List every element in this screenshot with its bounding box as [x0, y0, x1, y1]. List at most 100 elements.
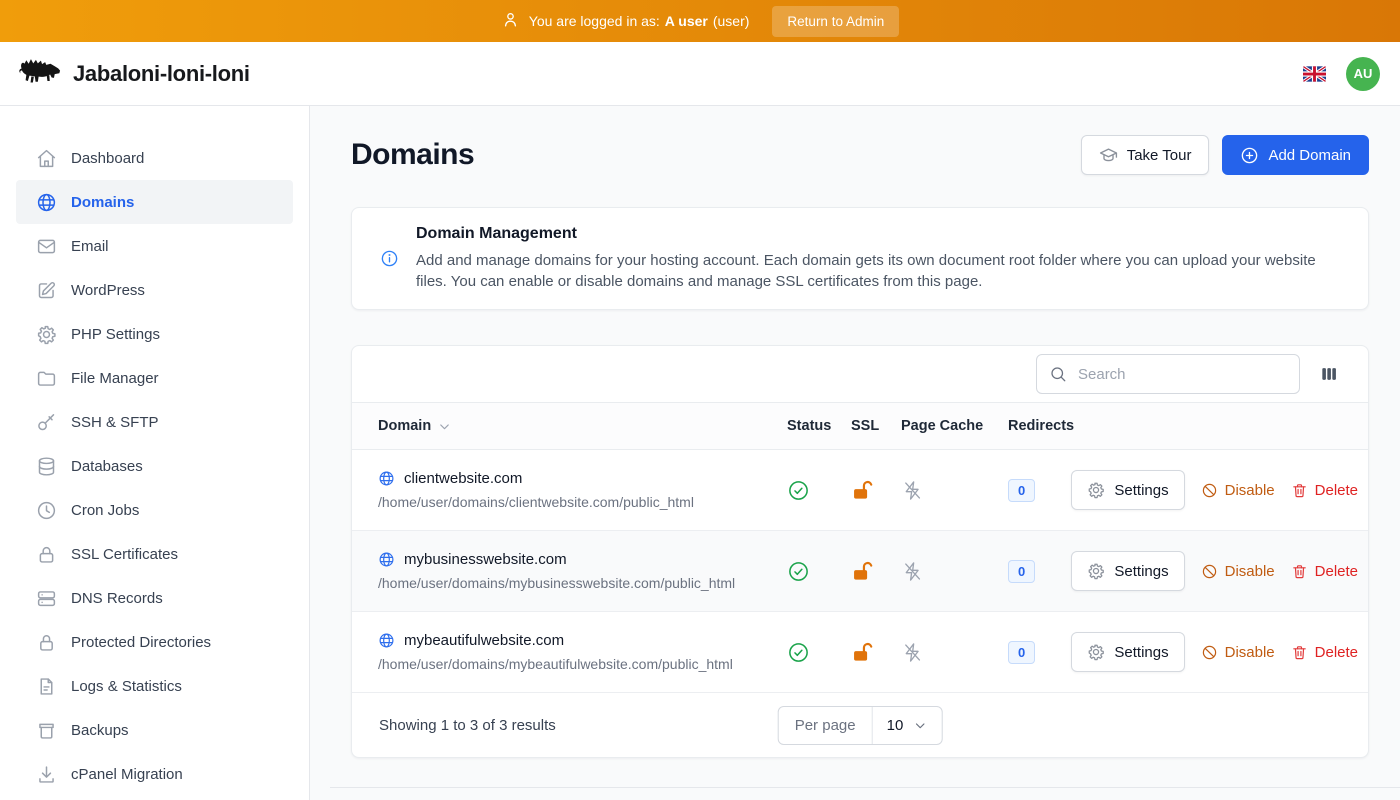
sidebar-item-dashboard[interactable]: Dashboard [16, 136, 293, 180]
globe-icon [36, 192, 57, 213]
brand: Jabaloni-loni-loni [16, 54, 250, 94]
table-row: mybusinesswebsite.com /home/user/domains… [352, 531, 1368, 612]
domains-table-card: Domain Status SSL Page Cache Redirects c… [351, 345, 1369, 758]
mail-icon [36, 236, 57, 257]
per-page-label: Per page [779, 707, 873, 744]
page-cache-off-icon [901, 479, 1008, 502]
take-tour-button[interactable]: Take Tour [1081, 135, 1210, 175]
sidebar-item-file-manager[interactable]: File Manager [16, 356, 293, 400]
gear-icon [1087, 562, 1105, 580]
slash-circle-icon [1201, 644, 1218, 661]
page-cache-off-icon [901, 560, 1008, 583]
disable-button[interactable]: Disable [1201, 644, 1275, 661]
download-icon [36, 764, 57, 785]
page-cache-off-icon [901, 641, 1008, 664]
sidebar-item-domains[interactable]: Domains [16, 180, 293, 224]
boar-logo-icon [16, 54, 62, 94]
info-box: Domain Management Add and manage domains… [351, 207, 1369, 310]
user-avatar[interactable]: AU [1346, 57, 1380, 91]
gear-icon [36, 324, 57, 345]
ssl-unlocked-icon [851, 560, 901, 583]
info-title: Domain Management [416, 225, 1340, 243]
sidebar-item-php-settings[interactable]: PHP Settings [16, 312, 293, 356]
return-to-admin-button[interactable]: Return to Admin [772, 6, 899, 37]
table-footer: Showing 1 to 3 of 3 results Per page 10 [352, 693, 1368, 757]
sidebar-item-databases[interactable]: Databases [16, 444, 293, 488]
table-header-row: Domain Status SSL Page Cache Redirects [352, 402, 1368, 450]
pencil-icon [36, 280, 57, 301]
home-icon [36, 148, 57, 169]
domain-name: clientwebsite.com [404, 470, 522, 487]
sidebar-item-protected-directories[interactable]: Protected Directories [16, 620, 293, 664]
lock-icon [36, 632, 57, 653]
add-domain-button[interactable]: Add Domain [1222, 135, 1369, 175]
banner-message: You are logged in as: A user (user) [529, 13, 750, 29]
redirects-count-badge: 0 [1008, 560, 1035, 583]
search-box [1036, 354, 1300, 394]
settings-button[interactable]: Settings [1071, 551, 1184, 591]
ssl-unlocked-icon [851, 479, 901, 502]
lock-icon [36, 544, 57, 565]
key-icon [36, 412, 57, 433]
impersonation-banner: You are logged in as: A user (user) Retu… [0, 0, 1400, 42]
archive-icon [36, 720, 57, 741]
sidebar-item-ssh-sftp[interactable]: SSH & SFTP [16, 400, 293, 444]
results-summary: Showing 1 to 3 of 3 results [379, 717, 556, 734]
sidebar-item-cpanel-migration[interactable]: cPanel Migration [16, 752, 293, 796]
column-header-page-cache: Page Cache [901, 418, 1008, 434]
slash-circle-icon [1201, 482, 1218, 499]
document-root-path: /home/user/domains/mybeautifulwebsite.co… [378, 656, 787, 672]
page-title: Domains [351, 138, 474, 172]
redirects-count-badge: 0 [1008, 641, 1035, 664]
delete-button[interactable]: Delete [1291, 482, 1358, 499]
info-body: Add and manage domains for your hosting … [416, 250, 1340, 292]
column-header-redirects: Redirects [1008, 418, 1094, 434]
person-icon [501, 10, 520, 32]
sidebar-item-ssl-certificates[interactable]: SSL Certificates [16, 532, 293, 576]
globe-icon [378, 551, 395, 568]
gear-icon [1087, 481, 1105, 499]
globe-icon [378, 632, 395, 649]
status-enabled-icon [787, 641, 851, 664]
settings-button[interactable]: Settings [1071, 632, 1184, 672]
delete-button[interactable]: Delete [1291, 644, 1358, 661]
clock-icon [36, 500, 57, 521]
trash-icon [1291, 563, 1308, 580]
column-header-ssl: SSL [851, 418, 901, 434]
search-input[interactable] [1076, 365, 1287, 384]
sidebar-item-dns-records[interactable]: DNS Records [16, 576, 293, 620]
trash-icon [1291, 482, 1308, 499]
status-enabled-icon [787, 479, 851, 502]
slash-circle-icon [1201, 563, 1218, 580]
columns-icon [1319, 364, 1339, 384]
sidebar-item-logs-statistics[interactable]: Logs & Statistics [16, 664, 293, 708]
language-flag-icon[interactable] [1303, 66, 1326, 82]
folder-icon [36, 368, 57, 389]
impersonated-user: A user [665, 13, 708, 29]
chevron-down-icon [912, 718, 927, 733]
ssl-unlocked-icon [851, 641, 901, 664]
globe-icon [378, 470, 395, 487]
disable-button[interactable]: Disable [1201, 482, 1275, 499]
app-header: Jabaloni-loni-loni AU [0, 42, 1400, 106]
sidebar-item-email[interactable]: Email [16, 224, 293, 268]
domain-name: mybeautifulwebsite.com [404, 632, 564, 649]
main-content: Domains Take Tour Add Domain Domain Mana… [310, 106, 1400, 800]
document-root-path: /home/user/domains/clientwebsite.com/pub… [378, 494, 787, 510]
document-icon [36, 676, 57, 697]
toggle-columns-button[interactable] [1317, 362, 1341, 386]
sidebar-item-backups[interactable]: Backups [16, 708, 293, 752]
column-header-domain[interactable]: Domain [352, 418, 787, 434]
brand-title: Jabaloni-loni-loni [73, 61, 250, 87]
plus-circle-icon [1240, 146, 1259, 165]
document-root-path: /home/user/domains/mybusinesswebsite.com… [378, 575, 787, 591]
redirects-count-badge: 0 [1008, 479, 1035, 502]
sidebar-item-cron-jobs[interactable]: Cron Jobs [16, 488, 293, 532]
per-page-select[interactable]: 10 [873, 707, 942, 744]
delete-button[interactable]: Delete [1291, 563, 1358, 580]
settings-button[interactable]: Settings [1071, 470, 1184, 510]
sidebar-item-wordpress[interactable]: WordPress [16, 268, 293, 312]
per-page-control: Per page 10 [778, 706, 943, 745]
search-icon [1049, 365, 1067, 383]
disable-button[interactable]: Disable [1201, 563, 1275, 580]
